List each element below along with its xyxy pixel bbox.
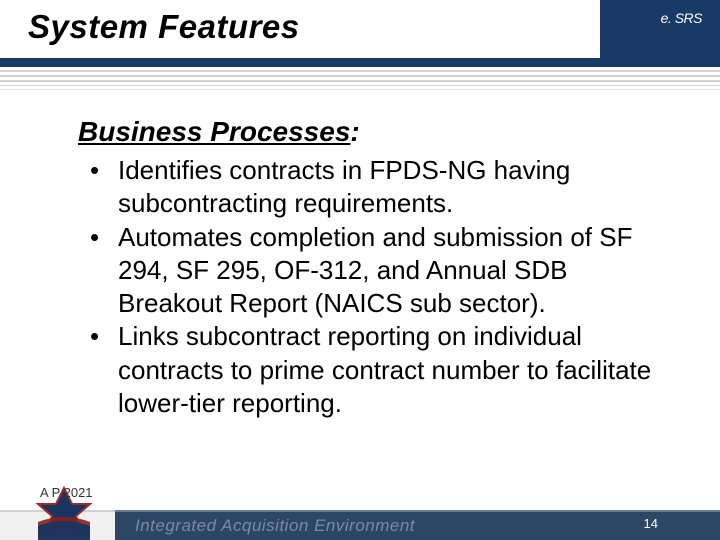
section-title-text: Business Processes	[78, 116, 350, 147]
brand-label: e. SRS	[661, 10, 702, 26]
section-title: Business Processes:	[78, 116, 678, 148]
header-divider-line	[0, 75, 720, 77]
footer-brand: Integrated Acquisition Environment	[135, 516, 415, 536]
footer: A P 2021 Integrated Acquisition Environm…	[0, 492, 720, 540]
bullet-item: Identifies contracts in FPDS-NG having s…	[78, 154, 678, 221]
header-divider-line	[0, 89, 720, 90]
page-number: 14	[644, 516, 658, 531]
header-divider-line	[0, 70, 720, 72]
bullet-item: Automates completion and submission of S…	[78, 221, 678, 321]
footer-date: A P 2021	[40, 485, 93, 500]
content-area: Business Processes: Identifies contracts…	[78, 116, 678, 420]
bullet-item: Links subcontract reporting on individua…	[78, 320, 678, 420]
header-divider-line	[0, 80, 720, 82]
section-title-colon: :	[350, 116, 359, 148]
bullet-list: Identifies contracts in FPDS-NG having s…	[78, 154, 678, 420]
header: System Features e. SRS	[0, 0, 720, 62]
slide-title: System Features	[28, 8, 300, 46]
slide: System Features e. SRS Business Processe…	[0, 0, 720, 540]
header-divider-line	[0, 85, 720, 86]
header-divider-main	[0, 58, 720, 67]
